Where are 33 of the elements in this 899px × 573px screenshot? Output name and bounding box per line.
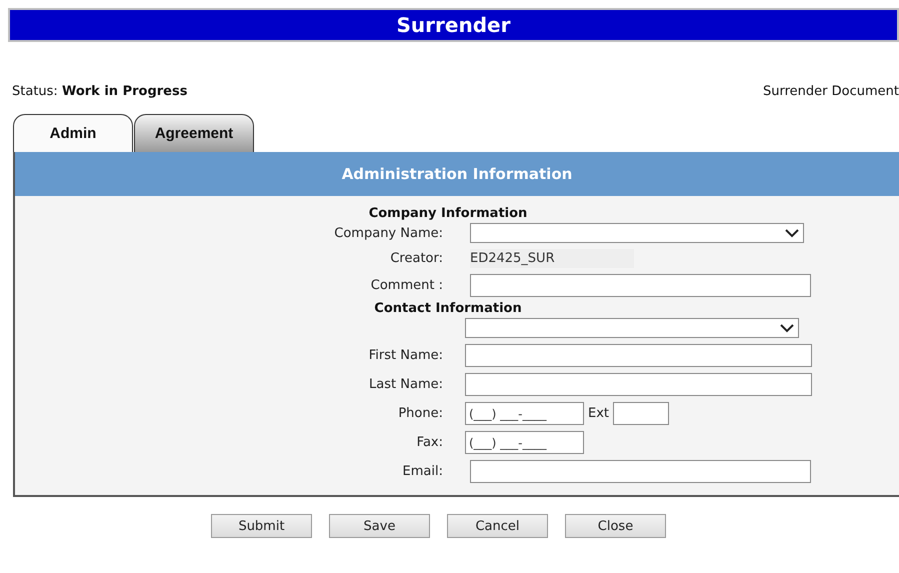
action-button[interactable]: Submit xyxy=(211,514,312,538)
action-button[interactable]: Cancel xyxy=(447,514,548,538)
field-label: Email: xyxy=(402,464,444,479)
input-field[interactable] xyxy=(470,274,811,297)
section-heading: Contact Information xyxy=(373,301,523,316)
field-label: First Name: xyxy=(368,348,444,363)
chevron-down-icon xyxy=(785,228,799,238)
document-link[interactable]: Surrender Document xyxy=(763,84,899,99)
page-title: Surrender xyxy=(8,8,899,42)
panel-header: Administration Information xyxy=(15,152,899,196)
action-button[interactable]: Save xyxy=(329,514,430,538)
input-field[interactable] xyxy=(465,344,812,367)
ext-label: Ext xyxy=(588,406,610,421)
field-label: Last Name: xyxy=(368,377,444,392)
field-label: Comment : xyxy=(370,278,444,293)
tab[interactable]: Agreement xyxy=(134,114,254,152)
field-label: Phone: xyxy=(397,406,444,421)
section-heading: Company Information xyxy=(368,206,528,221)
field-label: Creator: xyxy=(389,251,444,266)
input-field[interactable] xyxy=(465,373,812,396)
creator-value: ED2425_SUR xyxy=(470,249,634,268)
tab[interactable]: Admin xyxy=(13,114,133,152)
phone-field[interactable]: (___) ___-____ xyxy=(465,431,584,454)
field-label: Company Name: xyxy=(333,226,444,240)
dropdown-field[interactable] xyxy=(470,223,804,243)
status-text: Status: Work in Progress xyxy=(12,84,188,99)
dropdown-field[interactable] xyxy=(465,318,799,338)
ext-field[interactable] xyxy=(613,402,670,425)
phone-field[interactable]: (___) ___-____ xyxy=(465,402,584,425)
field-label: Fax: xyxy=(416,435,444,450)
chevron-down-icon xyxy=(780,324,794,332)
input-field[interactable] xyxy=(470,460,811,483)
action-button[interactable]: Close xyxy=(565,514,666,538)
